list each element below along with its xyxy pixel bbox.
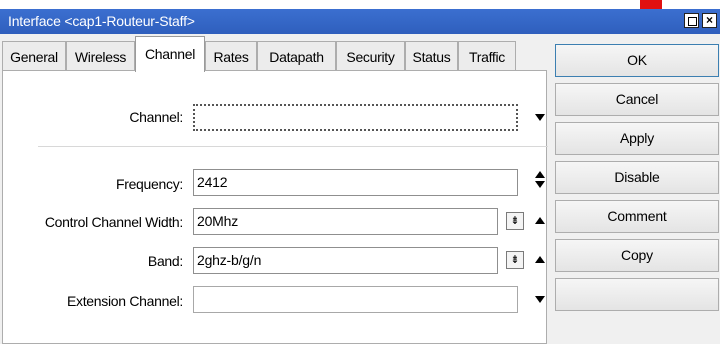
frequency-down-icon[interactable] [535,181,545,188]
separator [38,146,548,147]
close-icon: × [705,13,713,27]
band-select[interactable]: 2ghz-b/g/n [193,247,498,274]
ok-button[interactable]: OK [555,44,719,77]
extension-channel-select[interactable] [193,286,518,313]
disable-button[interactable]: Disable [555,161,719,194]
close-button[interactable]: × [702,13,717,28]
tab-rates[interactable]: Rates [205,41,257,71]
frequency-input[interactable]: 2412 [193,169,518,196]
control-width-remove-icon[interactable] [535,217,545,224]
control-width-select-icon[interactable]: ⇟ [506,212,524,230]
frequency-up-icon[interactable] [535,171,545,178]
band-select-icon[interactable]: ⇟ [506,251,524,269]
tab-security[interactable]: Security [336,41,405,71]
channel-select[interactable] [193,104,518,131]
restore-button[interactable] [684,13,699,28]
frequency-label: Frequency: [115,176,183,192]
red-marker [640,0,662,9]
channel-panel: Channel: Frequency: 2412 Control Channel… [2,70,548,344]
tab-datapath[interactable]: Datapath [257,41,336,71]
apply-button[interactable]: Apply [555,122,719,155]
control-channel-width-label: Control Channel Width: [44,214,183,230]
comment-button[interactable]: Comment [555,200,719,233]
tab-status[interactable]: Status [405,41,458,71]
title-bar[interactable]: Interface <cap1-Routeur-Staff> × [0,9,720,34]
control-channel-width-select[interactable]: 20Mhz [193,208,498,235]
next-button[interactable] [555,278,719,311]
extension-channel-dropdown-icon[interactable] [535,296,545,303]
top-strip [0,0,720,9]
restore-icon [688,17,697,26]
copy-button[interactable]: Copy [555,239,719,272]
tab-traffic[interactable]: Traffic [458,41,516,71]
cancel-button[interactable]: Cancel [555,83,719,116]
tab-general[interactable]: General [2,41,66,71]
window-title: Interface <cap1-Routeur-Staff> [8,13,195,29]
tab-wireless[interactable]: Wireless [66,41,135,71]
channel-dropdown-icon[interactable] [535,114,545,121]
band-label: Band: [147,253,183,269]
channel-label: Channel: [129,109,183,125]
band-remove-icon[interactable] [535,256,545,263]
tab-channel[interactable]: Channel [135,36,205,72]
extension-channel-label: Extension Channel: [66,293,183,309]
